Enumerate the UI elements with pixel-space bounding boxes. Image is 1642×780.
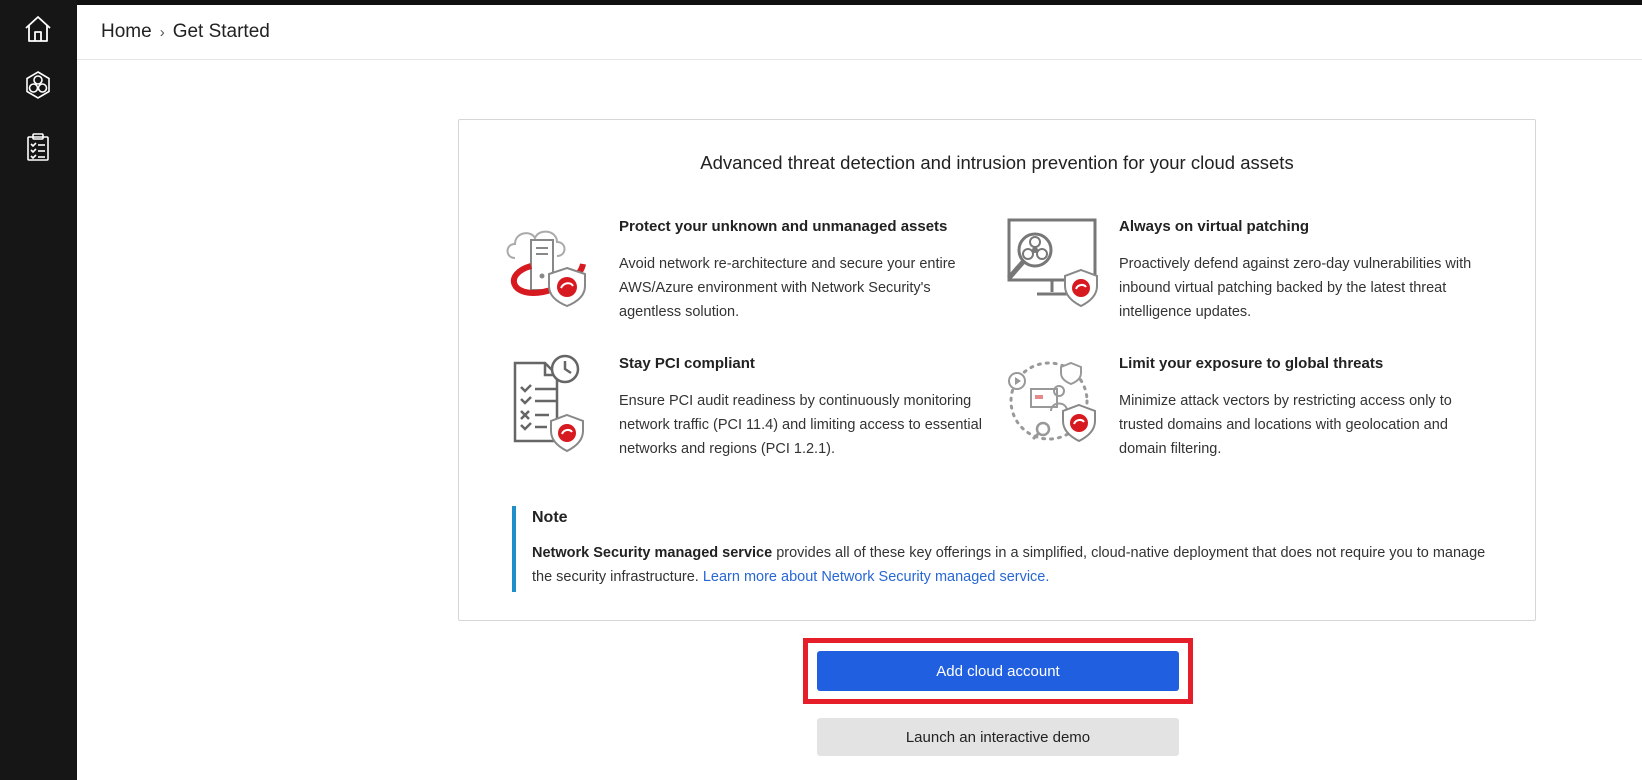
feature-description: Proactively defend against zero-day vuln… (1119, 256, 1472, 320)
feature-title: Protect your unknown and unmanaged asset… (619, 218, 948, 235)
feature-global-threats: Limit your exposure to global threats Mi… (1001, 353, 1491, 473)
learn-more-link[interactable]: Learn more about Network Security manage… (703, 569, 1050, 585)
feature-title: Stay PCI compliant (619, 355, 755, 372)
feature-unmanaged-assets: Protect your unknown and unmanaged asset… (501, 216, 991, 336)
feature-virtual-patching: Always on virtual patching Proactively d… (1001, 216, 1491, 336)
feature-title: Always on virtual patching (1119, 218, 1310, 235)
breadcrumb-home-link[interactable]: Home (101, 21, 152, 43)
hexagon-network-icon[interactable] (19, 66, 57, 104)
breadcrumb-current: Get Started (172, 21, 270, 42)
sidebar (0, 0, 77, 780)
card-title: Advanced threat detection and intrusion … (700, 152, 1294, 173)
breadcrumb: Home › Get Started (101, 21, 270, 43)
add-cloud-account-button[interactable]: Add cloud account (817, 651, 1179, 691)
launch-interactive-demo-button[interactable]: Launch an interactive demo (817, 718, 1179, 756)
checklist-clock-shield-icon (501, 353, 601, 453)
note-callout: Note Network Security managed service pr… (512, 506, 1502, 592)
note-bold-text: Network Security managed service (532, 545, 773, 561)
feature-description: Minimize attack vectors by restricting a… (1119, 393, 1452, 457)
feature-pci-compliant: Stay PCI compliant Ensure PCI audit read… (501, 353, 991, 473)
breadcrumb-separator: › (159, 23, 165, 41)
home-icon[interactable] (19, 10, 57, 48)
feature-description: Avoid network re-architecture and secure… (619, 256, 956, 320)
clipboard-checklist-icon[interactable] (19, 128, 57, 166)
note-body: Network Security managed service provide… (532, 541, 1502, 589)
cloud-server-shield-icon (501, 216, 601, 316)
note-title: Note (532, 509, 568, 526)
page-header: Home › Get Started (77, 5, 1642, 60)
global-threat-cycle-shield-icon (1001, 353, 1101, 453)
get-started-card: Advanced threat detection and intrusion … (458, 119, 1536, 621)
monitor-biohazard-shield-icon (1001, 216, 1101, 316)
feature-title: Limit your exposure to global threats (1119, 355, 1384, 372)
feature-description: Ensure PCI audit readiness by continuous… (619, 393, 982, 457)
